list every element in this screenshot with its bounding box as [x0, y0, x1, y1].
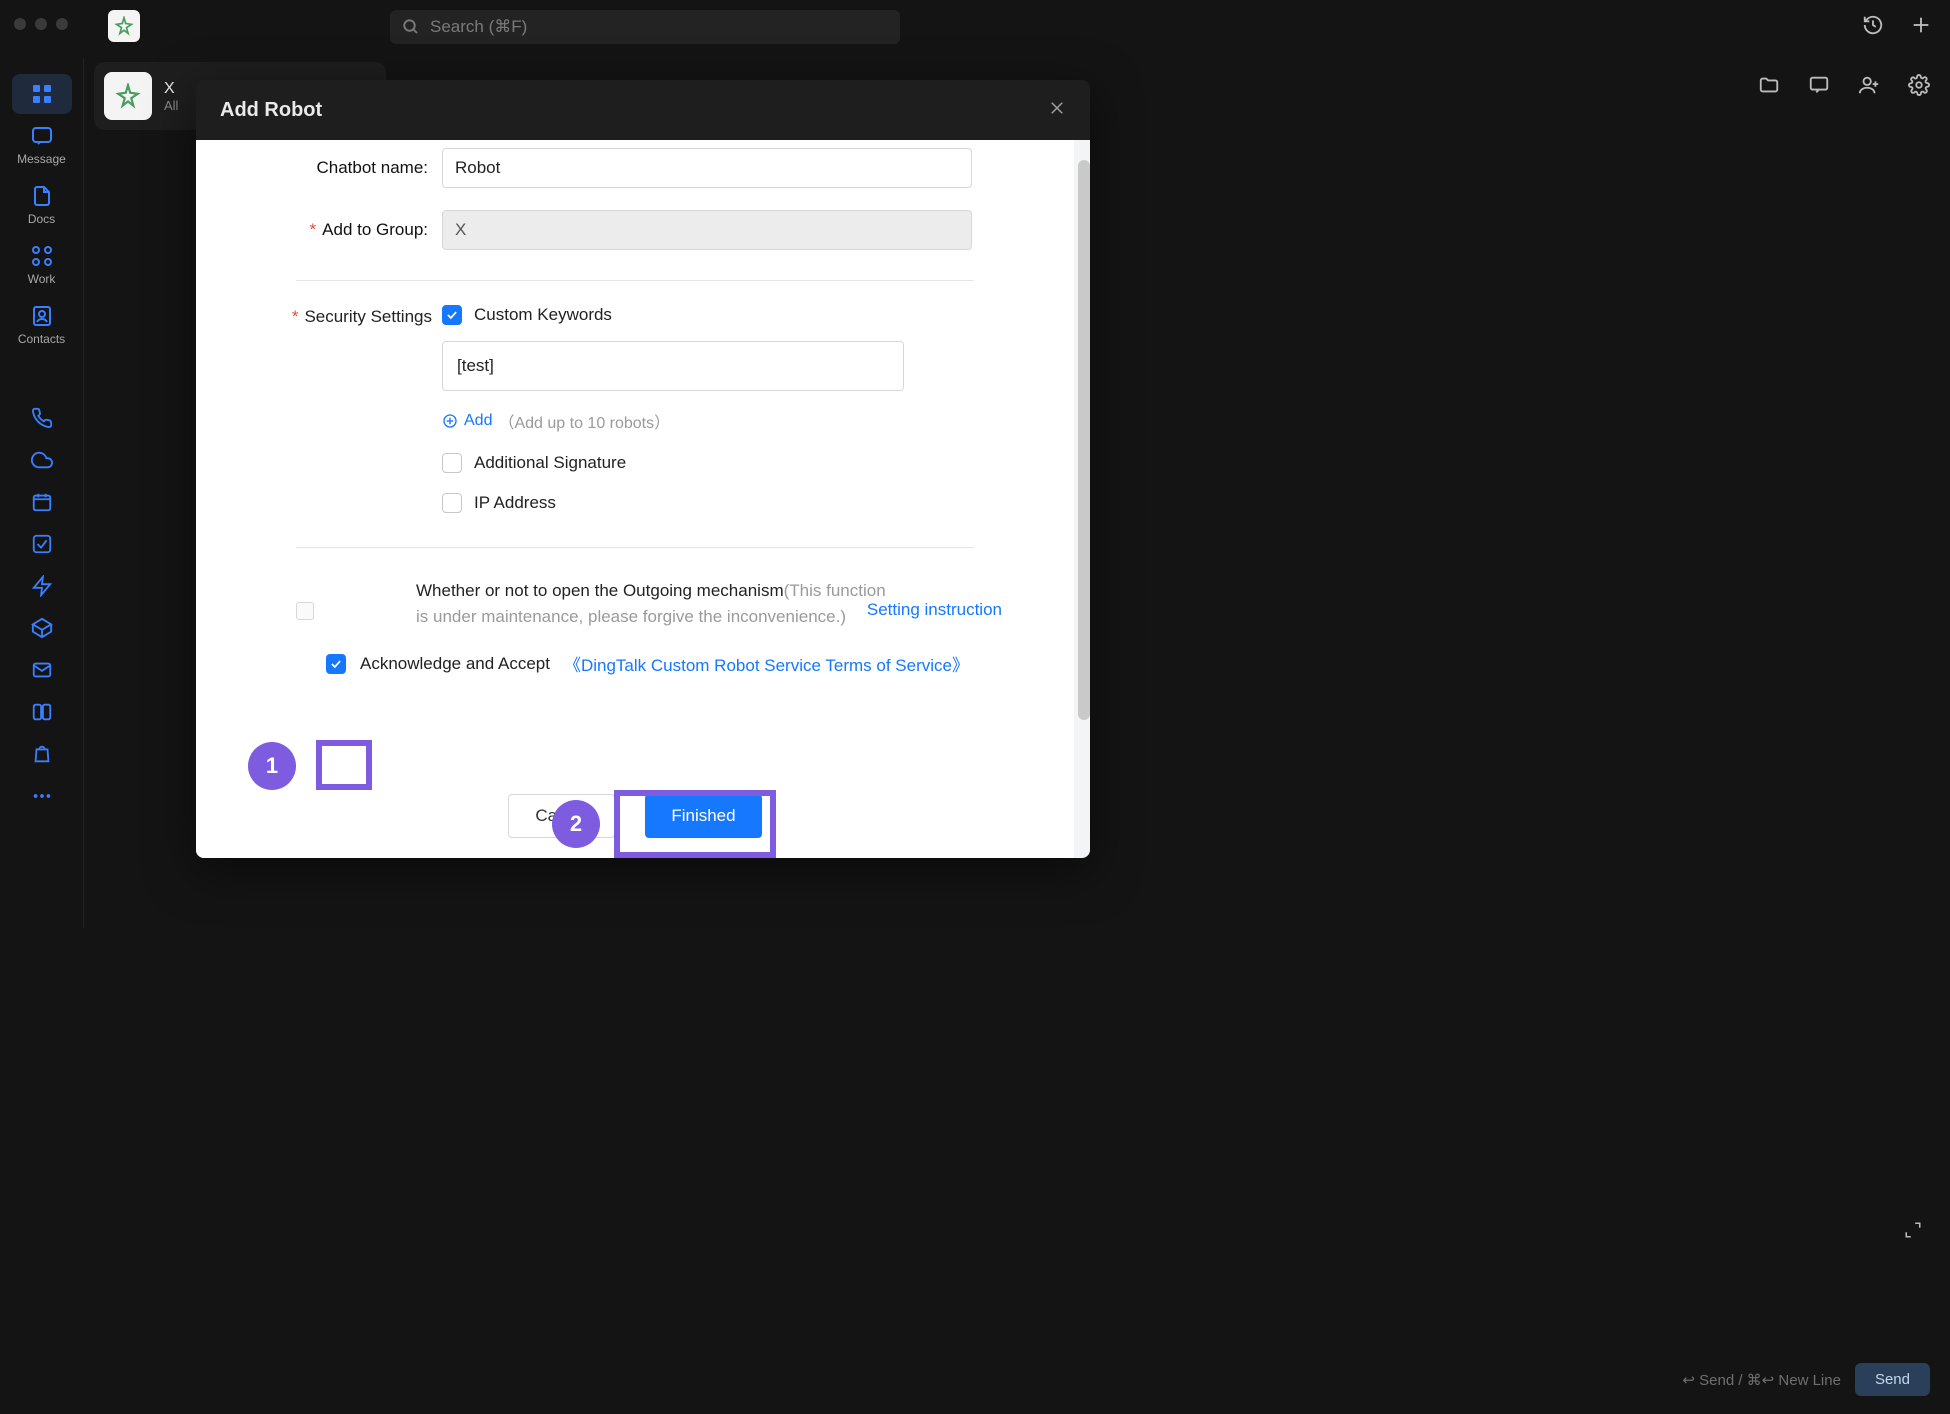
send-hint: ↩ Send / ⌘↩ New Line: [1682, 1371, 1841, 1389]
left-rail: Message Docs Work Contacts: [0, 58, 84, 928]
traffic-close[interactable]: [14, 18, 26, 30]
window-traffic-lights[interactable]: [14, 18, 68, 30]
rail-bolt-icon[interactable]: [12, 566, 72, 606]
app-icon[interactable]: [108, 10, 140, 42]
traffic-minimize[interactable]: [35, 18, 47, 30]
setting-instruction-link[interactable]: Setting instruction: [867, 600, 1002, 620]
divider: [296, 280, 974, 281]
ip-address-label: IP Address: [474, 493, 556, 513]
expand-icon[interactable]: [1904, 1221, 1922, 1244]
rail-phone-icon[interactable]: [12, 398, 72, 438]
custom-keywords-label: Custom Keywords: [474, 305, 612, 325]
modal-title: Add Robot: [220, 99, 322, 122]
plus-icon[interactable]: [1910, 14, 1932, 41]
divider: [296, 547, 974, 548]
add-to-group-label: Add to Group:: [196, 220, 442, 240]
chatbot-name-label: Chatbot name:: [196, 158, 442, 178]
security-settings-label: Security Settings: [196, 305, 442, 327]
search-input[interactable]: Search (⌘F): [390, 10, 900, 44]
add-to-group-input: X: [442, 210, 972, 250]
add-keyword-hint: （Add up to 10 robots）: [498, 409, 670, 433]
send-button[interactable]: Send: [1855, 1363, 1930, 1396]
rail-layers-icon[interactable]: [12, 692, 72, 732]
rail-docs[interactable]: Docs: [12, 176, 72, 234]
additional-signature-label: Additional Signature: [474, 453, 626, 473]
add-user-icon[interactable]: [1858, 74, 1880, 101]
custom-keywords-checkbox[interactable]: [442, 305, 462, 325]
search-placeholder: Search (⌘F): [430, 17, 527, 37]
outgoing-text: Whether or not to open the Outgoing mech…: [416, 578, 896, 629]
rail-cloud-icon[interactable]: [12, 440, 72, 480]
keyword-input[interactable]: [test]: [442, 341, 904, 391]
folder-icon[interactable]: [1758, 74, 1780, 101]
rail-apps[interactable]: [12, 74, 72, 114]
cancel-button[interactable]: Cancel: [508, 794, 615, 838]
chat-title: X: [164, 80, 178, 98]
rail-contacts[interactable]: Contacts: [12, 296, 72, 354]
rail-check-icon[interactable]: [12, 524, 72, 564]
terms-link[interactable]: 《DingTalk Custom Robot Service Terms of …: [564, 651, 969, 676]
terms-checkbox[interactable]: [326, 654, 346, 674]
scrollbar[interactable]: [1078, 160, 1090, 720]
chat-icon[interactable]: [1808, 74, 1830, 101]
history-icon[interactable]: [1862, 14, 1884, 41]
add-robot-modal: Add Robot Chatbot name: Robot Add to Gro…: [196, 80, 1090, 858]
outgoing-checkbox: [296, 602, 314, 620]
chat-avatar: [104, 72, 152, 120]
ip-address-checkbox[interactable]: [442, 493, 462, 513]
rail-cube-icon[interactable]: [12, 608, 72, 648]
additional-signature-checkbox[interactable]: [442, 453, 462, 473]
traffic-zoom[interactable]: [56, 18, 68, 30]
rail-calendar-icon[interactable]: [12, 482, 72, 522]
rail-more-icon[interactable]: [12, 776, 72, 816]
chat-subtitle: All: [164, 98, 178, 113]
rail-work[interactable]: Work: [12, 236, 72, 294]
finished-button[interactable]: Finished: [645, 794, 761, 838]
rail-message[interactable]: Message: [12, 116, 72, 174]
terms-ack-label: Acknowledge and Accept: [360, 654, 550, 674]
chatbot-name-input[interactable]: Robot: [442, 148, 972, 188]
close-icon[interactable]: [1048, 99, 1066, 122]
settings-icon[interactable]: [1908, 74, 1930, 101]
rail-mail-icon[interactable]: [12, 650, 72, 690]
add-keyword-button[interactable]: Add: [442, 412, 492, 430]
rail-bag-icon[interactable]: [12, 734, 72, 774]
